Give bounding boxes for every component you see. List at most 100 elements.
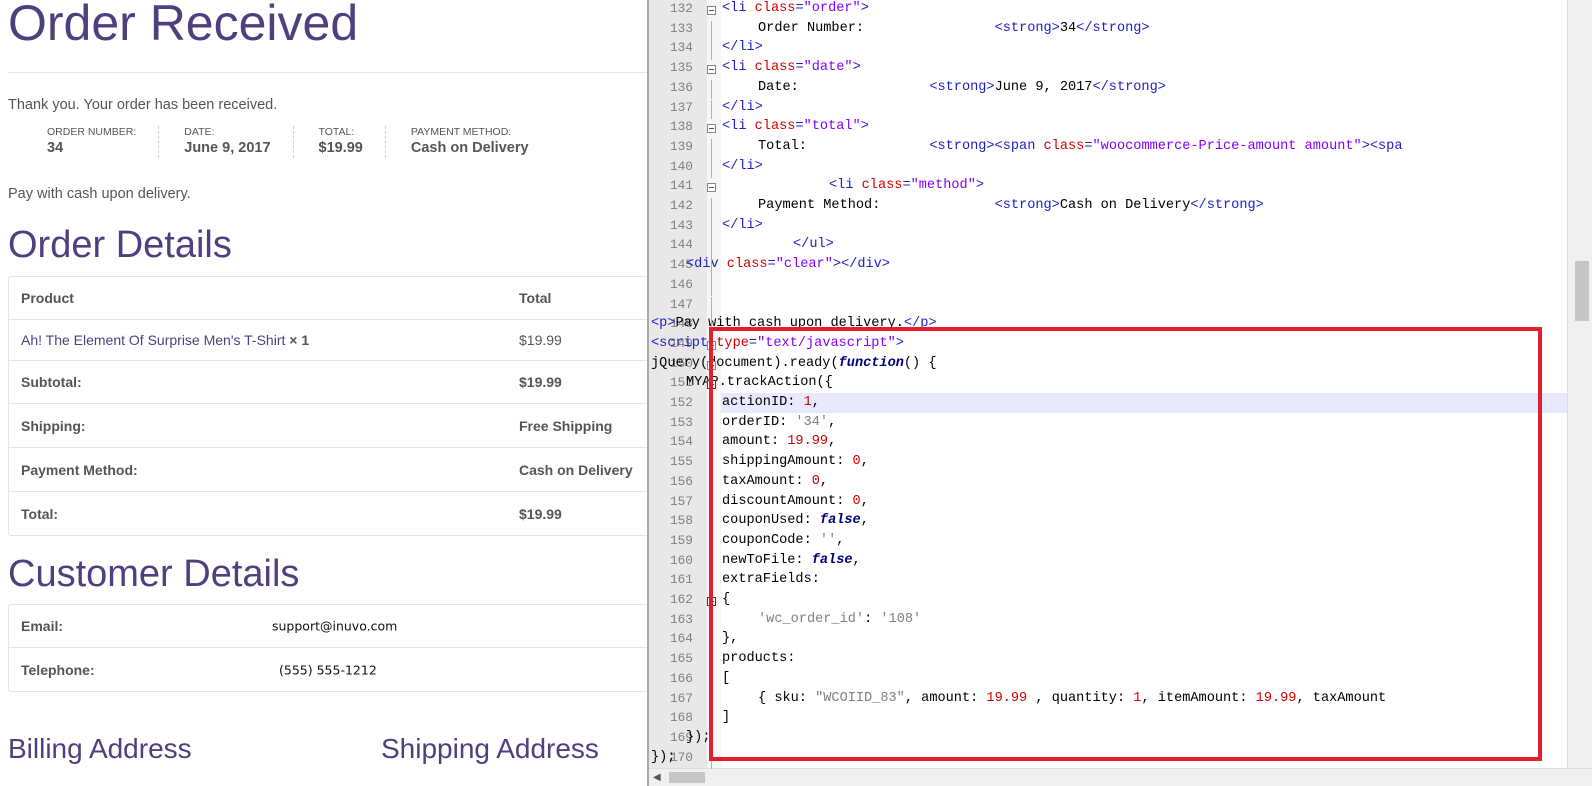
fold-toggle-icon[interactable]	[707, 360, 716, 370]
fold-toggle-icon[interactable]	[707, 65, 716, 75]
fold-guide	[711, 532, 712, 553]
code-line[interactable]: <li class="method">	[829, 178, 984, 193]
code-line[interactable]: </li>	[722, 100, 763, 115]
code-line[interactable]: actionID: 1,	[722, 395, 820, 410]
overview-payment-method: PAYMENT METHOD: Cash on Delivery	[384, 126, 551, 158]
fold-margin	[707, 0, 721, 786]
vertical-scrollbar[interactable]	[1567, 0, 1592, 786]
fold-guide	[711, 572, 712, 592]
customer-details-table: Email: support@inuvo.com Telephone: (555…	[8, 604, 652, 692]
fold-guide	[711, 198, 712, 218]
code-line[interactable]: <li class="date">	[722, 60, 861, 75]
source-code-editor[interactable]: ◀ 132 <li class="order"> 133 Order Number: …	[647, 0, 1592, 786]
line-number: 162	[669, 592, 693, 607]
code-line[interactable]: },	[722, 631, 738, 646]
fold-toggle-icon[interactable]	[707, 597, 716, 606]
code-line[interactable]: orderID: '34',	[722, 415, 836, 430]
overview-value: 34	[47, 140, 64, 156]
fold-guide	[711, 670, 712, 691]
fold-guide	[711, 296, 712, 317]
line-number-gutter	[649, 0, 707, 786]
overview-label: PAYMENT METHOD:	[410, 126, 512, 138]
code-line[interactable]: Total: <strong><span class="woocommerce-…	[758, 139, 1403, 154]
code-line[interactable]: <script type="text/javascript">	[651, 336, 904, 351]
code-line[interactable]: </li>	[722, 218, 763, 233]
fold-guide	[711, 710, 712, 730]
code-line[interactable]: 'wc_order_id': '108'	[758, 612, 921, 627]
code-line[interactable]: discountAmount: 0,	[722, 494, 869, 509]
email-value: support@inuvo.com	[272, 618, 398, 634]
fold-toggle-icon[interactable]	[707, 124, 716, 134]
fold-guide	[711, 138, 712, 159]
code-line[interactable]: ]	[722, 710, 730, 725]
code-line[interactable]: couponCode: '',	[722, 533, 844, 548]
telephone-label: Telephone:	[21, 661, 95, 678]
customer-details-heading: Customer Details	[8, 553, 300, 595]
code-line[interactable]: newToFile: false,	[722, 553, 861, 568]
product-link[interactable]: Ah! The Element Of Surprise Men's T-Shir…	[21, 332, 285, 348]
thank-you-message: Thank you. Your order has been received.	[8, 97, 278, 113]
scroll-left-icon[interactable]: ◀	[653, 772, 661, 784]
code-line[interactable]: shippingAmount: 0,	[722, 454, 869, 469]
fold-guide	[711, 552, 712, 573]
code-line[interactable]: taxAmount: 0,	[722, 474, 828, 489]
code-line[interactable]: </li>	[722, 40, 763, 55]
code-line[interactable]: <div class="clear"></div>	[686, 257, 890, 272]
table-header-row: Product Total	[9, 277, 652, 319]
email-label: Email:	[21, 618, 64, 634]
header-total: Total	[519, 290, 552, 306]
code-line[interactable]: <li class="order">	[722, 1, 869, 16]
table-row: Ah! The Element Of Surprise Men's T-Shir…	[9, 319, 652, 360]
code-line[interactable]: extraFields:	[722, 572, 820, 587]
line-number: 164	[669, 631, 693, 647]
code-line[interactable]: </ul>	[793, 237, 834, 252]
line-number: 146	[669, 276, 693, 292]
fold-guide	[711, 395, 712, 415]
code-line[interactable]: [	[722, 671, 730, 686]
code-line[interactable]: <p>Pay with cash upon delivery.</p>	[651, 316, 937, 331]
code-line[interactable]: {	[722, 592, 730, 607]
horizontal-scroll-thumb[interactable]	[669, 772, 705, 783]
fold-guide	[711, 158, 712, 179]
fold-guide	[711, 749, 712, 770]
fold-toggle-icon[interactable]	[707, 183, 716, 193]
fold-guide	[711, 414, 712, 435]
vertical-scroll-thumb[interactable]	[1575, 261, 1589, 321]
line-number: 163	[669, 611, 693, 627]
page-title: Order Received	[8, 0, 359, 51]
fold-guide	[711, 276, 712, 297]
fold-toggle-icon[interactable]	[707, 6, 716, 15]
code-line[interactable]: <li class="total">	[722, 119, 869, 134]
table-row: Subtotal: $19.99	[9, 360, 652, 403]
line-number: 134	[669, 40, 693, 56]
header-product: Product	[21, 290, 74, 306]
fold-toggle-icon[interactable]	[707, 380, 716, 390]
fold-guide	[711, 513, 712, 533]
code-line[interactable]: products:	[722, 651, 795, 666]
code-line[interactable]: couponUsed: false,	[722, 513, 869, 528]
horizontal-scrollbar[interactable]: ◀	[649, 768, 1592, 786]
code-line[interactable]: Order Number: <strong>34</strong>	[758, 21, 1150, 36]
fold-toggle-icon[interactable]	[707, 340, 716, 350]
code-line[interactable]: Payment Method: <strong>Cash on Delivery…	[758, 198, 1264, 213]
code-line[interactable]: });	[651, 750, 675, 765]
code-line[interactable]: { sku: "WCOIID_83", amount: 19.99 , quan…	[758, 691, 1386, 706]
code-line[interactable]: Date: <strong>June 9, 2017</strong>	[758, 80, 1166, 95]
code-line[interactable]: jQuery(document).ready(function() {	[651, 356, 937, 371]
code-line[interactable]: });	[686, 730, 710, 745]
order-details-heading: Order Details	[8, 224, 232, 266]
line-number: 154	[669, 434, 693, 450]
order-overview: ORDER NUMBER: 34 DATE: June 9, 2017 TOTA…	[22, 126, 551, 162]
shipping-address-heading: Shipping Address	[381, 733, 599, 764]
code-line[interactable]: amount: 19.99,	[722, 434, 836, 449]
line-number: 167	[669, 690, 693, 706]
payment-method-label: Payment Method:	[21, 461, 138, 478]
payment-method-value: Cash on Delivery	[519, 461, 633, 478]
line-number: 152	[669, 395, 693, 410]
line-number: 153	[669, 414, 693, 430]
product-quantity: × 1	[289, 332, 310, 348]
fold-guide	[711, 217, 712, 238]
line-number: 160	[669, 552, 693, 568]
fold-guide	[711, 20, 712, 41]
code-line[interactable]: </li>	[722, 159, 763, 174]
